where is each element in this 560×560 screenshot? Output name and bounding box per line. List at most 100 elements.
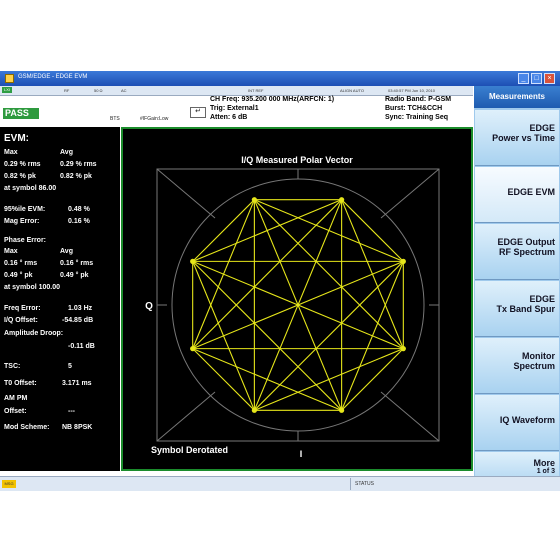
softkey-monitor-spectrum[interactable]: Monitor Spectrum — [475, 338, 559, 394]
i-axis-label: I — [300, 449, 303, 459]
impedance-label: 50 Ω — [94, 88, 103, 93]
close-icon[interactable]: × — [544, 73, 555, 84]
evm-at-symbol: at symbol 86.00 — [4, 185, 57, 192]
evm-title: EVM: — [4, 133, 29, 144]
constellation-point — [251, 407, 257, 413]
softkey-label-line1: Monitor — [522, 351, 555, 361]
freq-error-value: 1.03 Hz — [68, 305, 93, 312]
vector-trace — [192, 348, 255, 411]
vector-trace — [341, 348, 404, 411]
polar-vector-plot: I/Q Measured Polar Vector Q I Symbol Der… — [121, 127, 473, 471]
grid-diagonal — [380, 168, 440, 219]
vector-trace — [192, 199, 343, 350]
softkey-label-line2: Tx Band Spur — [496, 304, 555, 314]
softkey-menu: Measurements EDGE Power vs Time EDGE EVM… — [474, 86, 560, 491]
mag-error-value: 0.16 % — [68, 218, 90, 225]
ampm-label: AM PM — [4, 395, 28, 402]
lxi-indicator: LXI — [2, 87, 12, 93]
metrics-panel: EVM: Max Avg 0.29 % rms 0.29 % rms 0.82 … — [0, 127, 120, 471]
pass-badge: PASS — [3, 108, 39, 119]
mode-label: BTS — [110, 116, 120, 122]
minimize-icon[interactable]: _ — [518, 73, 529, 84]
softkey-label-line2: EDGE EVM — [507, 187, 555, 197]
timestamp: 03:40:57 PM Jun 10, 2010 — [388, 88, 435, 93]
msg-indicator[interactable]: MSG — [2, 480, 16, 488]
constellation-vectors — [190, 197, 406, 413]
q-axis-label: Q — [145, 301, 153, 312]
rf-input-label: RF — [64, 88, 70, 93]
constellation-point — [339, 197, 345, 203]
symbol-derotated-label: Symbol Derotated — [151, 445, 228, 455]
measurement-settings: CH Freq: 935.200 000 MHz(ARFCN: 1) Trig:… — [210, 96, 473, 126]
pct95-value: 0.48 % — [68, 206, 90, 213]
grid-diagonal — [156, 391, 216, 442]
softkey-page-indicator: 1 of 3 — [536, 468, 555, 475]
t0-offset-value: 3.171 ms — [62, 380, 92, 387]
status-divider — [350, 478, 351, 490]
phase-rms-max: 0.16 ° rms — [4, 260, 38, 267]
bottom-status-bar: MSG STATUS — [0, 476, 560, 491]
return-arrow-icon[interactable]: ↵ — [190, 107, 206, 118]
vector-trace — [192, 199, 255, 262]
vector-trace — [192, 199, 342, 262]
evm-rms-avg: 0.29 % rms — [60, 161, 97, 168]
ref-label: INT REF — [248, 88, 264, 93]
result-row: PASS BTS #IFGain:Low ↵ — [0, 96, 207, 126]
menu-header: Measurements — [474, 86, 560, 108]
constellation-point — [400, 346, 406, 352]
app-icon — [5, 74, 14, 83]
tsc-value: 5 — [68, 363, 72, 370]
evm-avg-header: Avg — [60, 149, 73, 156]
freq-error-label: Freq Error: — [4, 305, 41, 312]
phase-avg-header: Avg — [60, 248, 73, 255]
phase-max-header: Max — [4, 248, 18, 255]
softkey-edge-power-vs-time[interactable]: EDGE Power vs Time — [475, 110, 559, 166]
radio-band: Radio Band: P-GSM — [385, 96, 452, 103]
softkey-iq-waveform[interactable]: IQ Waveform — [475, 395, 559, 451]
phase-at-symbol: at symbol 100.00 — [4, 284, 61, 291]
phase-rms-avg: 0.16 ° rms — [60, 260, 94, 267]
mod-scheme-label: Mod Scheme: — [4, 424, 50, 431]
attenuation: Atten: 6 dB — [210, 114, 248, 121]
constellation-point — [251, 197, 257, 203]
grid-diagonal — [156, 168, 216, 219]
softkey-label-line1: EDGE — [529, 123, 555, 133]
evm-pk-avg: 0.82 % pk — [60, 173, 92, 180]
maximize-icon[interactable]: □ — [531, 73, 542, 84]
plot-title: I/Q Measured Polar Vector — [241, 155, 353, 165]
burst: Burst: TCH&CCH — [385, 105, 443, 112]
mag-error-label: Mag Error: — [4, 218, 40, 225]
softkey-edge-tx-band-spur[interactable]: EDGE Tx Band Spur — [475, 281, 559, 337]
window-titlebar: GSM/EDGE - EDGE EVM _ □ × — [0, 71, 560, 86]
vector-trace — [192, 348, 342, 411]
mod-scheme-value: NB 8PSK — [62, 424, 93, 431]
ch-freq: CH Freq: 935.200 000 MHz(ARFCN: 1) — [210, 96, 335, 103]
softkey-label-line2: IQ Waveform — [499, 415, 555, 425]
vector-trace — [192, 260, 343, 411]
amp-droop-label: Amplitude Droop: — [4, 330, 64, 337]
pct95-label: 95%ile EVM: — [4, 206, 46, 213]
softkey-label-line2: Power vs Time — [492, 133, 555, 143]
phase-error-title: Phase Error: — [4, 237, 47, 244]
constellation-point — [190, 258, 196, 264]
softkey-label-line1: More — [533, 458, 555, 468]
sync: Sync: Training Seq — [385, 114, 449, 121]
softkey-label-line2: RF Spectrum — [498, 247, 555, 257]
softkey-edge-evm[interactable]: EDGE EVM — [475, 167, 559, 223]
vector-trace — [341, 199, 404, 262]
ampm-offset-value: --- — [68, 408, 75, 415]
vector-trace — [253, 260, 404, 411]
grid-diagonal — [380, 391, 440, 442]
trigger: Trig: External1 — [210, 105, 259, 112]
status-label[interactable]: STATUS — [355, 481, 374, 487]
phase-pk-avg: 0.49 ° pk — [60, 272, 89, 279]
softkey-edge-output-rf-spectrum[interactable]: EDGE Output RF Spectrum — [475, 224, 559, 280]
t0-offset-label: T0 Offset: — [4, 380, 37, 387]
phase-pk-max: 0.49 ° pk — [4, 272, 33, 279]
polar-plot-canvas: I/Q Measured Polar Vector Q I Symbol Der… — [145, 155, 440, 459]
constellation-point — [339, 407, 345, 413]
softkey-label-line2: Spectrum — [513, 361, 555, 371]
iq-offset-label: I/Q Offset: — [4, 317, 38, 324]
softkey-label-line1: EDGE — [529, 294, 555, 304]
softkey-label-line1: EDGE Output — [497, 237, 556, 247]
